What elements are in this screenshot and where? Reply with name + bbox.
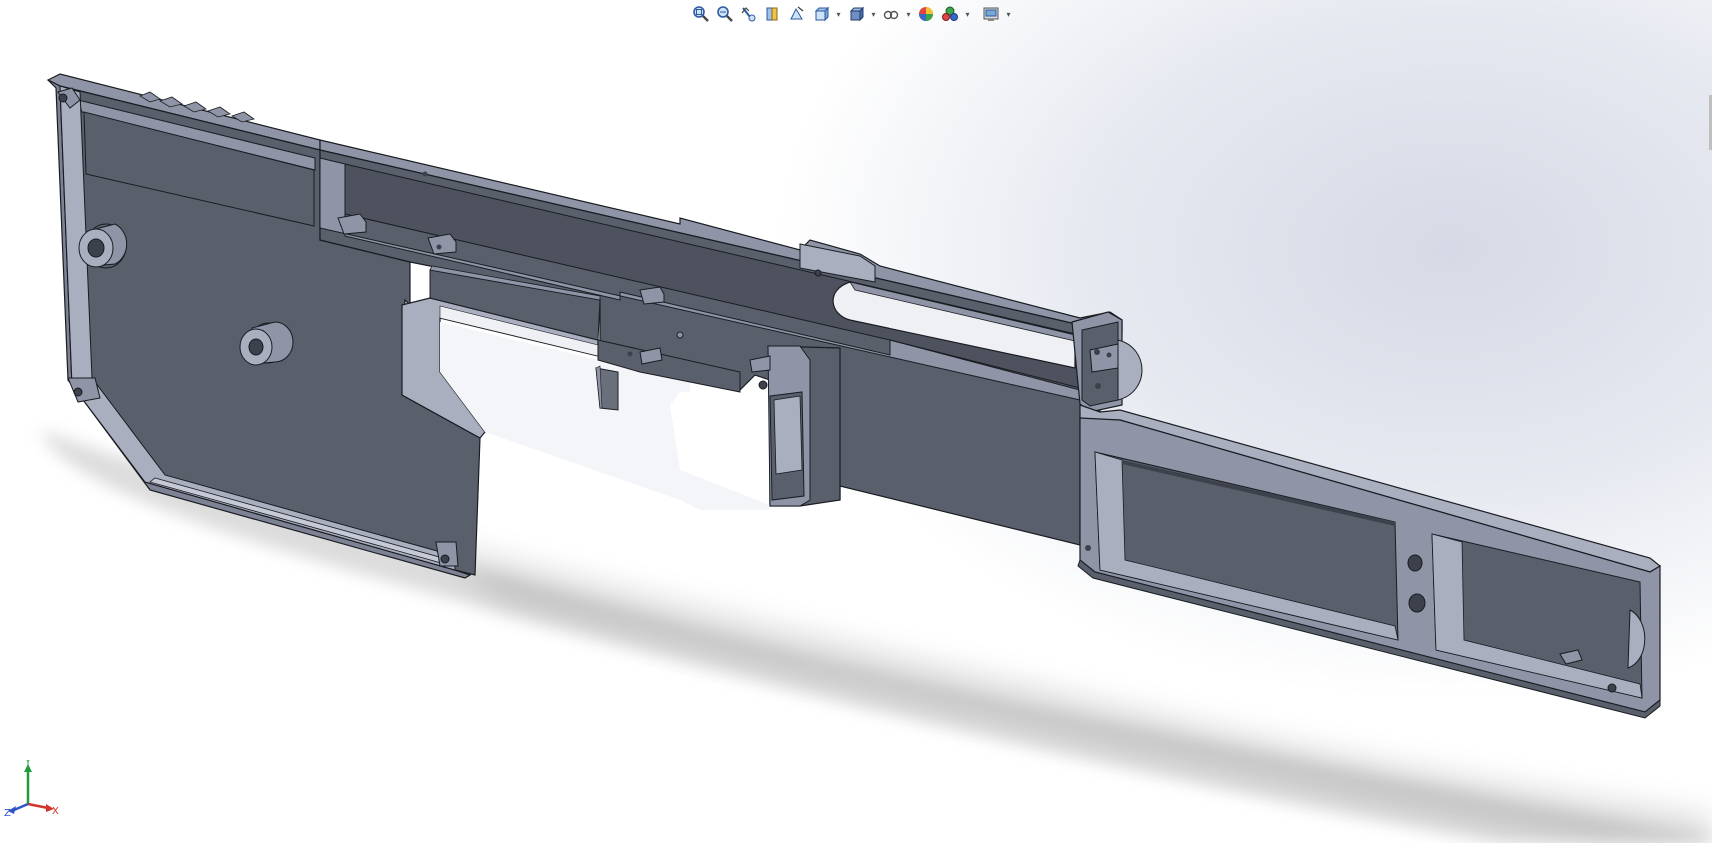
edit-appearance-icon[interactable] bbox=[915, 3, 937, 25]
display-style-dropdown[interactable]: ▾ bbox=[869, 3, 878, 25]
graphics-area[interactable]: ▾ ▾ ▾ ▾ ▾ Y X Z bbox=[0, 0, 1712, 843]
view-settings-dropdown[interactable]: ▾ bbox=[1004, 3, 1013, 25]
reference-triad: Y X Z bbox=[4, 760, 59, 819]
z-axis-line bbox=[13, 802, 29, 812]
x-axis-line bbox=[27, 802, 49, 810]
y-axis-label: Y bbox=[24, 760, 32, 768]
hide-show-items-dropdown[interactable]: ▾ bbox=[904, 3, 913, 25]
apply-scene-icon[interactable] bbox=[939, 3, 961, 25]
x-axis-label: X bbox=[52, 806, 59, 817]
zoom-to-area-icon[interactable] bbox=[714, 3, 736, 25]
receiver-part[interactable] bbox=[46, 73, 1662, 719]
display-style-icon[interactable] bbox=[845, 3, 867, 25]
dynamic-annotation-icon[interactable] bbox=[786, 3, 808, 25]
model-view[interactable] bbox=[0, 0, 1712, 843]
view-orientation-dropdown[interactable]: ▾ bbox=[834, 3, 843, 25]
z-axis-label: Z bbox=[4, 808, 11, 819]
heads-up-view-toolbar: ▾ ▾ ▾ ▾ ▾ bbox=[690, 2, 1013, 26]
view-orientation-icon[interactable] bbox=[810, 3, 832, 25]
hide-show-items-icon[interactable] bbox=[880, 3, 902, 25]
section-view-icon[interactable] bbox=[762, 3, 784, 25]
zoom-to-fit-icon[interactable] bbox=[690, 3, 712, 25]
view-settings-icon[interactable] bbox=[980, 3, 1002, 25]
previous-view-icon[interactable] bbox=[738, 3, 760, 25]
apply-scene-dropdown[interactable]: ▾ bbox=[963, 3, 972, 25]
